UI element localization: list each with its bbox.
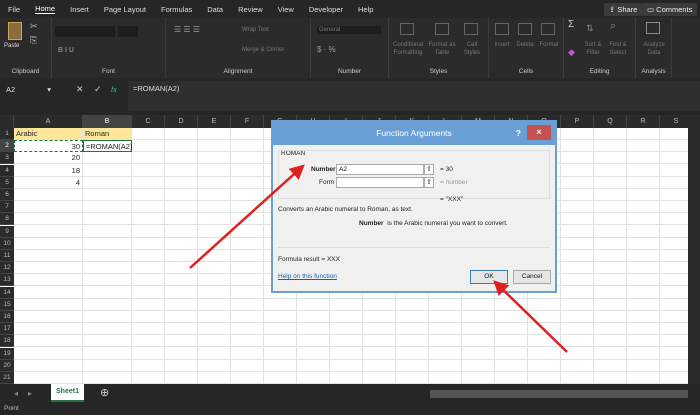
arrow-to-number — [189, 164, 305, 269]
annotation-arrows — [189, 164, 568, 353]
arrow-to-ok — [493, 280, 568, 353]
